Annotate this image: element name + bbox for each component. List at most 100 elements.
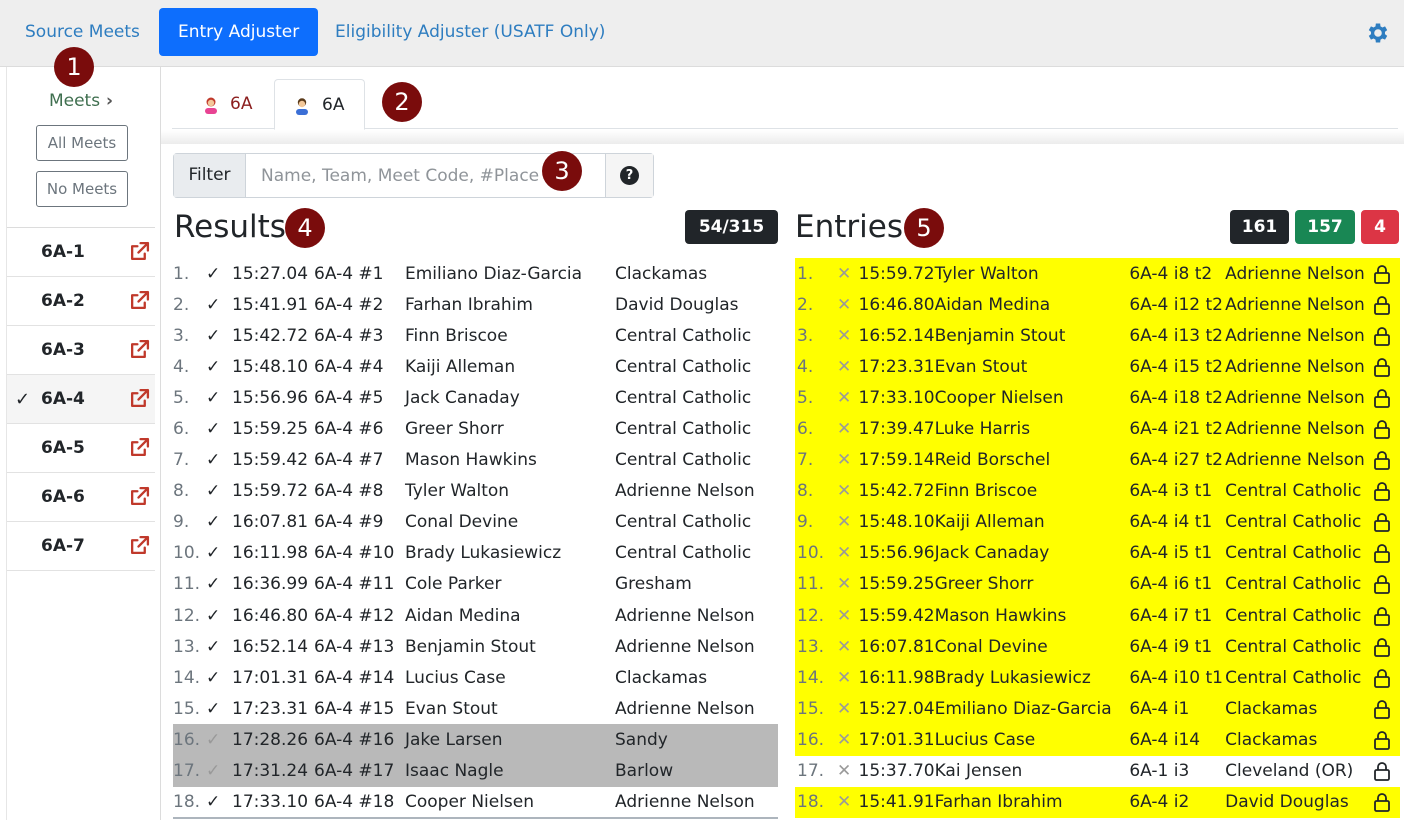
entry-row[interactable]: 4. ✕ 17:23.31 Evan Stout 6A-4 i15 t2 Adrienne…	[795, 351, 1400, 383]
remove-icon[interactable]: ✕	[830, 693, 859, 724]
lock-icon[interactable]	[1373, 724, 1400, 755]
result-row[interactable]: 11. ✓ 16:36.99 6A-4 #11 Cole Parker Gresham	[173, 569, 778, 600]
result-row[interactable]: 9. ✓ 16:07.81 6A-4 #9 Conal Devine Central Ca…	[173, 507, 778, 538]
lock-icon[interactable]	[1373, 787, 1400, 818]
entry-row[interactable]: 12. ✕ 15:59.42 Mason Hawkins 6A-4 i7 t1 Centr…	[795, 600, 1400, 632]
lock-icon[interactable]	[1373, 693, 1400, 724]
remove-icon[interactable]: ✕	[830, 289, 859, 320]
result-row[interactable]: 4. ✓ 15:48.10 6A-4 #4 Kaiji Alleman Central C…	[173, 351, 778, 382]
lock-icon[interactable]	[1373, 662, 1400, 693]
entry-rank: 18.	[797, 792, 825, 813]
remove-icon[interactable]: ✕	[830, 413, 859, 444]
lock-icon[interactable]	[1373, 258, 1400, 289]
remove-icon[interactable]: ✕	[830, 756, 859, 787]
entry-row[interactable]: 18. ✕ 15:41.91 Farhan Ibrahim 6A-4 i2 David D…	[795, 786, 1400, 818]
entry-row[interactable]: 6. ✕ 17:39.47 Luke Harris 6A-4 i21 t2 Adrienn…	[795, 413, 1400, 445]
sidebar-meet-item[interactable]: 6A-7	[7, 522, 155, 571]
remove-icon[interactable]: ✕	[830, 258, 859, 289]
result-row[interactable]: 14. ✓ 17:01.31 6A-4 #14 Lucius Case Clackamas	[173, 662, 778, 693]
lock-icon[interactable]	[1373, 507, 1400, 538]
sidebar-meet-item[interactable]: ✓ 6A-4	[7, 375, 155, 424]
external-link-icon[interactable]	[129, 290, 150, 311]
entry-time: 15:27.04	[858, 698, 935, 719]
entry-row[interactable]: 16. ✕ 17:01.31 Lucius Case 6A-4 i14 Clackamas	[795, 724, 1400, 756]
lock-icon[interactable]	[1373, 476, 1400, 507]
external-link-icon[interactable]	[129, 241, 150, 262]
help-button[interactable]: ?	[605, 154, 653, 197]
external-link-icon[interactable]	[129, 339, 150, 360]
lock-icon[interactable]	[1373, 631, 1400, 662]
lock-icon[interactable]	[1373, 445, 1400, 476]
external-link-icon[interactable]	[129, 535, 150, 556]
remove-icon[interactable]: ✕	[830, 724, 859, 755]
remove-icon[interactable]: ✕	[830, 787, 859, 818]
result-row[interactable]: 10. ✓ 16:11.98 6A-4 #10 Brady Lukasiewicz Cen…	[173, 538, 778, 569]
entry-row[interactable]: 7. ✕ 17:59.14 Reid Borschel 6A-4 i27 t2 Adrie…	[795, 444, 1400, 476]
result-row[interactable]: 17. ✓ 17:31.24 6A-4 #17 Isaac Nagle Barlow	[173, 755, 778, 787]
entry-row[interactable]: 15. ✕ 15:27.04 Emiliano Diaz-Garcia 6A-4 i1 C…	[795, 693, 1400, 725]
result-row[interactable]: 2. ✓ 15:41.91 6A-4 #2 Farhan Ibrahim David Do…	[173, 289, 778, 320]
remove-icon[interactable]: ✕	[830, 507, 859, 538]
external-link-icon[interactable]	[129, 388, 150, 409]
external-link-icon[interactable]	[129, 437, 150, 458]
result-row[interactable]: 7. ✓ 15:59.42 6A-4 #7 Mason Hawkins Central C…	[173, 445, 778, 476]
remove-icon[interactable]: ✕	[830, 351, 859, 382]
nav-eligibility-adjuster[interactable]: Eligibility Adjuster (USATF Only)	[335, 8, 605, 56]
sidebar-meet-item[interactable]: 6A-5	[7, 424, 155, 473]
entry-row[interactable]: 13. ✕ 16:07.81 Conal Devine 6A-4 i9 t1 Centra…	[795, 631, 1400, 663]
entry-row[interactable]: 3. ✕ 16:52.14 Benjamin Stout 6A-4 i13 t2 Adri…	[795, 320, 1400, 352]
entry-row[interactable]: 8. ✕ 15:42.72 Finn Briscoe 6A-4 i3 t1 Central…	[795, 475, 1400, 507]
remove-icon[interactable]: ✕	[830, 320, 859, 351]
result-row[interactable]: 1. ✓ 15:27.04 6A-4 #1 Emiliano Diaz-Garcia Cl…	[173, 258, 778, 289]
check-icon: ✓	[206, 356, 221, 377]
entry-row[interactable]: 17. ✕ 15:37.70 Kai Jensen 6A-1 i3 Cleveland (…	[795, 756, 1400, 787]
result-row[interactable]: 6. ✓ 15:59.25 6A-4 #6 Greer Shorr Central Cat…	[173, 413, 778, 444]
lock-icon[interactable]	[1373, 756, 1400, 787]
result-row[interactable]: 18. ✓ 17:33.10 6A-4 #18 Cooper Nielsen Adrien…	[173, 786, 778, 819]
sidebar-meet-item[interactable]: 6A-6	[7, 473, 155, 522]
remove-icon[interactable]: ✕	[830, 600, 859, 631]
entry-row[interactable]: 2. ✕ 16:46.80 Aidan Medina 6A-4 i12 t2 Adrien…	[795, 289, 1400, 321]
entry-team: Central Catholic	[1225, 543, 1362, 564]
meets-heading[interactable]: Meets ›	[7, 91, 155, 111]
remove-icon[interactable]: ✕	[830, 445, 859, 476]
entry-row[interactable]: 10. ✕ 15:56.96 Jack Canaday 6A-4 i5 t1 Centra…	[795, 537, 1400, 569]
lock-icon[interactable]	[1373, 413, 1400, 444]
result-athlete: Farhan Ibrahim	[405, 294, 533, 315]
remove-icon[interactable]: ✕	[830, 662, 859, 693]
remove-icon[interactable]: ✕	[830, 569, 859, 600]
tab-boys-6a[interactable]: 6A	[274, 79, 365, 130]
lock-icon[interactable]	[1373, 600, 1400, 631]
entry-row[interactable]: 11. ✕ 15:59.25 Greer Shorr 6A-4 i6 t1 Central…	[795, 568, 1400, 601]
remove-icon[interactable]: ✕	[830, 476, 859, 507]
remove-icon[interactable]: ✕	[830, 538, 859, 569]
lock-icon[interactable]	[1373, 320, 1400, 351]
entry-row[interactable]: 1. ✕ 15:59.72 Tyler Walton 6A-4 i8 t2 Adrienn…	[795, 258, 1400, 290]
lock-icon[interactable]	[1373, 289, 1400, 320]
remove-icon[interactable]: ✕	[830, 631, 859, 662]
lock-icon[interactable]	[1373, 538, 1400, 569]
entry-row[interactable]: 5. ✕ 17:33.10 Cooper Nielsen 6A-4 i18 t2 Adri…	[795, 382, 1400, 414]
sidebar-meet-item[interactable]: 6A-2	[7, 277, 155, 326]
result-row[interactable]: 5. ✓ 15:56.96 6A-4 #5 Jack Canaday Central Ca…	[173, 382, 778, 413]
all-meets-button[interactable]: All Meets	[36, 125, 128, 161]
result-row[interactable]: 16. ✓ 17:28.26 6A-4 #16 Jake Larsen Sandy	[173, 724, 778, 756]
gear-icon[interactable]	[1365, 20, 1391, 46]
sidebar-meet-item[interactable]: 6A-3	[7, 326, 155, 375]
lock-icon[interactable]	[1373, 382, 1400, 413]
external-link-icon[interactable]	[129, 486, 150, 507]
no-meets-button[interactable]: No Meets	[36, 171, 128, 207]
lock-icon[interactable]	[1373, 569, 1400, 600]
result-row[interactable]: 15. ✓ 17:23.31 6A-4 #15 Evan Stout Adrienne N…	[173, 693, 778, 724]
result-row[interactable]: 8. ✓ 15:59.72 6A-4 #8 Tyler Walton Adrienne N…	[173, 476, 778, 507]
remove-icon[interactable]: ✕	[830, 382, 859, 413]
sidebar-meet-item[interactable]: 6A-1	[7, 228, 155, 277]
result-row[interactable]: 3. ✓ 15:42.72 6A-4 #3 Finn Briscoe Central Ca…	[173, 320, 778, 351]
entry-row[interactable]: 9. ✕ 15:48.10 Kaiji Alleman 6A-4 i4 t1 Centra…	[795, 506, 1400, 538]
result-row[interactable]: 13. ✓ 16:52.14 6A-4 #13 Benjamin Stout Adrien…	[173, 631, 778, 662]
result-row[interactable]: 12. ✓ 16:46.80 6A-4 #12 Aidan Medina Adrienne…	[173, 600, 778, 631]
lock-icon[interactable]	[1373, 351, 1400, 382]
nav-entry-adjuster[interactable]: Entry Adjuster	[159, 8, 319, 56]
tab-girls-6a[interactable]: 6A	[172, 79, 272, 129]
entry-row[interactable]: 14. ✕ 16:11.98 Brady Lukasiewicz 6A-4 i10 t1…	[795, 662, 1400, 694]
